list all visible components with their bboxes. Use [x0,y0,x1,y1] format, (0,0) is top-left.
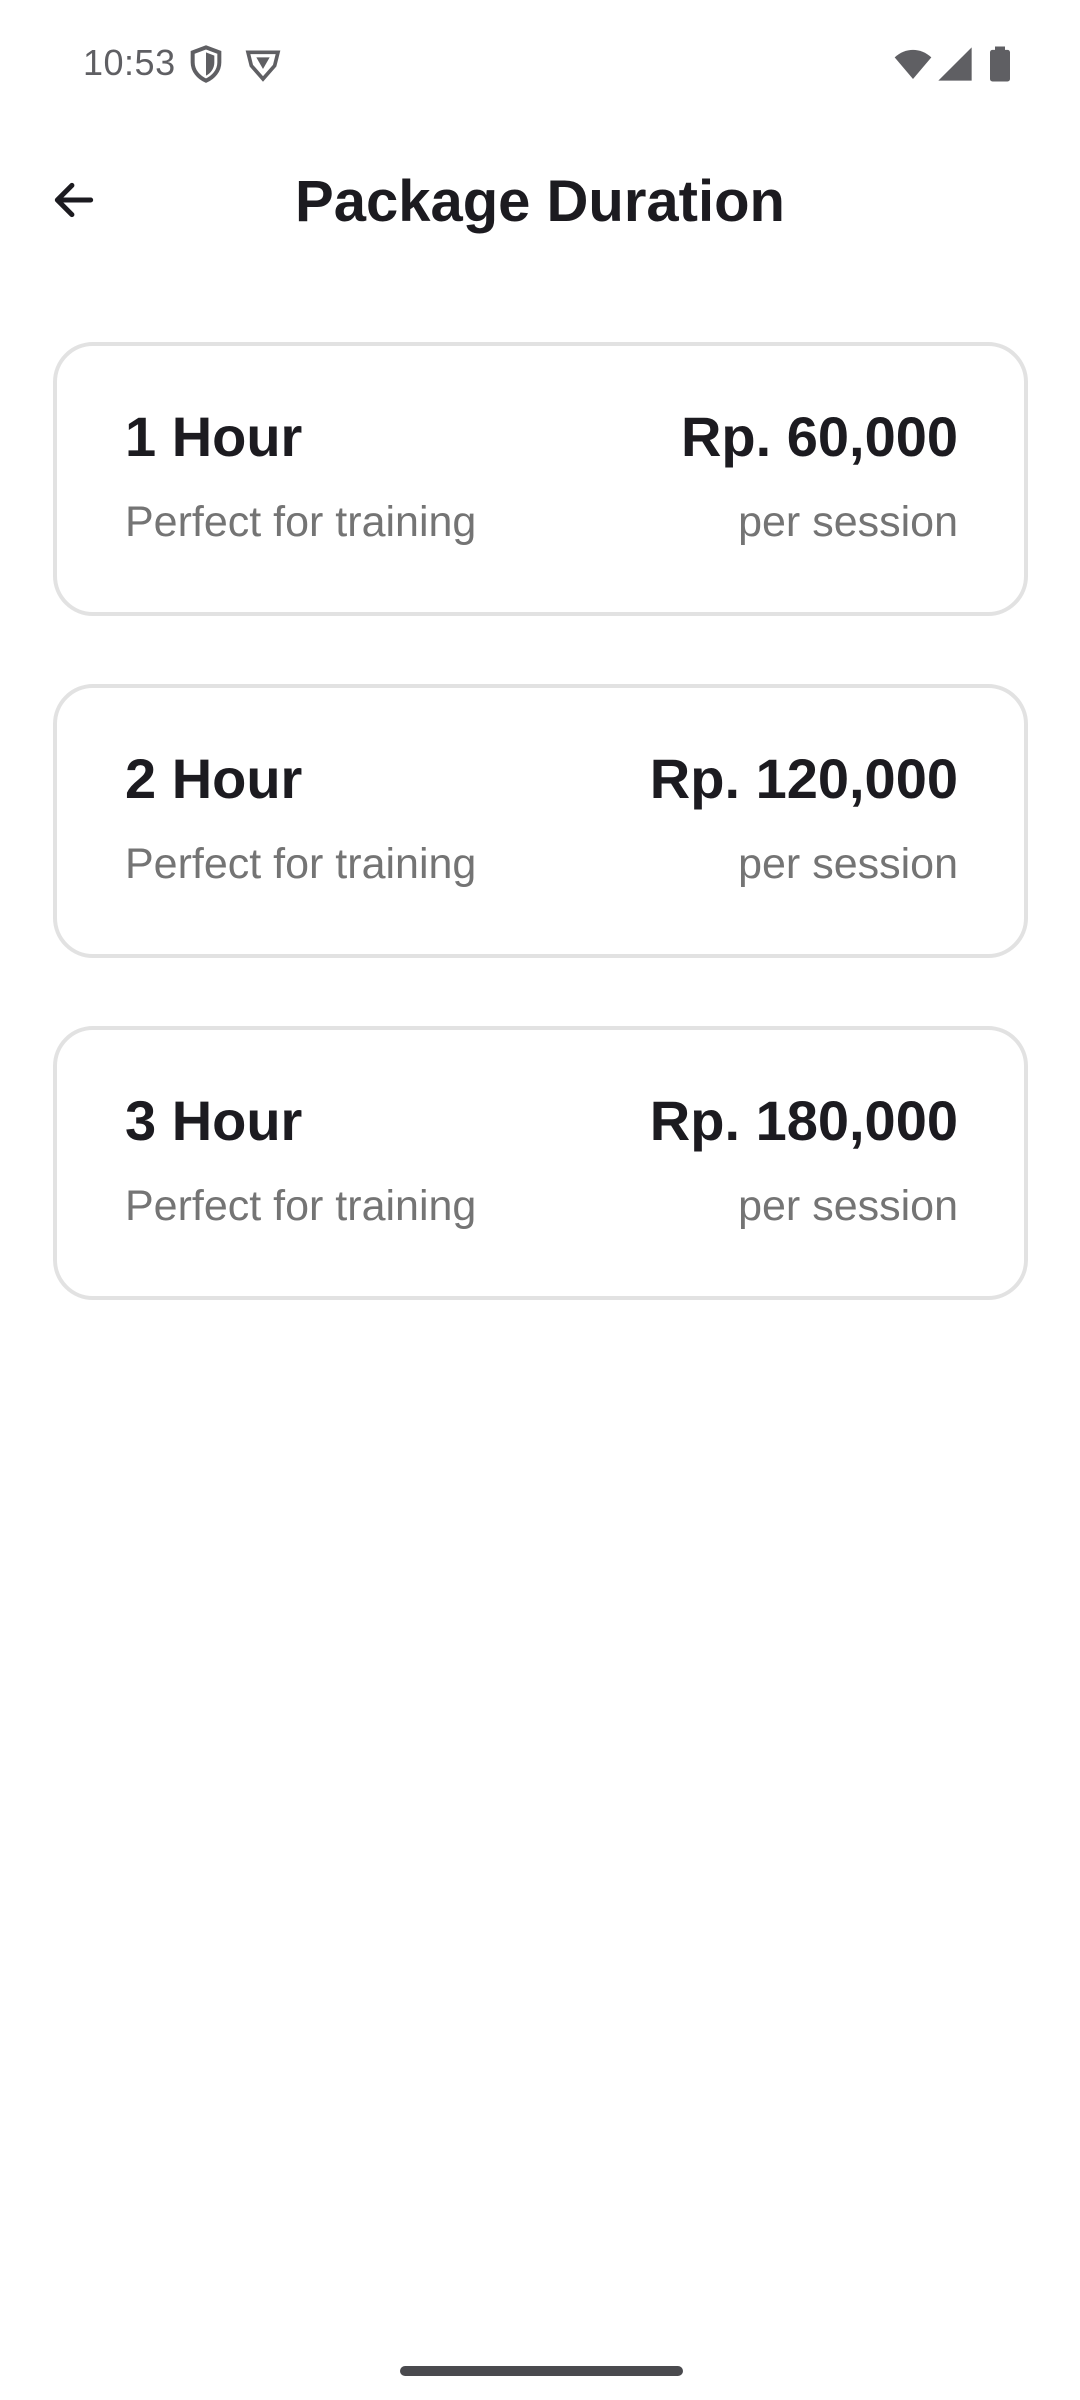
package-name: 1 Hour [125,405,303,468]
battery-icon [980,44,1020,84]
package-name: 3 Hour [125,1089,303,1152]
wifi-icon [893,44,933,84]
package-name: 2 Hour [125,747,303,810]
package-price: Rp. 120,000 [649,747,958,810]
package-price-unit: per session [738,498,958,546]
package-list: 1 Hour Perfect for training Rp. 60,000 p… [53,342,1028,1368]
package-price: Rp. 180,000 [649,1089,958,1152]
package-description: Perfect for training [125,840,477,888]
package-description: Perfect for training [125,1182,477,1230]
package-card-1-hour[interactable]: 1 Hour Perfect for training Rp. 60,000 p… [53,342,1028,616]
home-indicator[interactable] [400,2366,683,2376]
package-price-unit: per session [738,1182,958,1230]
status-bar: 10:53 [0,0,1080,130]
package-card-3-hour[interactable]: 3 Hour Perfect for training Rp. 180,000 … [53,1026,1028,1300]
package-card-2-hour[interactable]: 2 Hour Perfect for training Rp. 120,000 … [53,684,1028,958]
status-time: 10:53 [83,42,176,83]
package-price: Rp. 60,000 [680,405,958,468]
package-price-unit: per session [738,840,958,888]
shield-icon [186,44,226,84]
package-description: Perfect for training [125,498,477,546]
signal-icon [935,44,975,84]
vpn-badge-icon [243,44,283,84]
page-title: Package Duration [295,169,785,234]
app-bar: Package Duration [0,130,1080,274]
